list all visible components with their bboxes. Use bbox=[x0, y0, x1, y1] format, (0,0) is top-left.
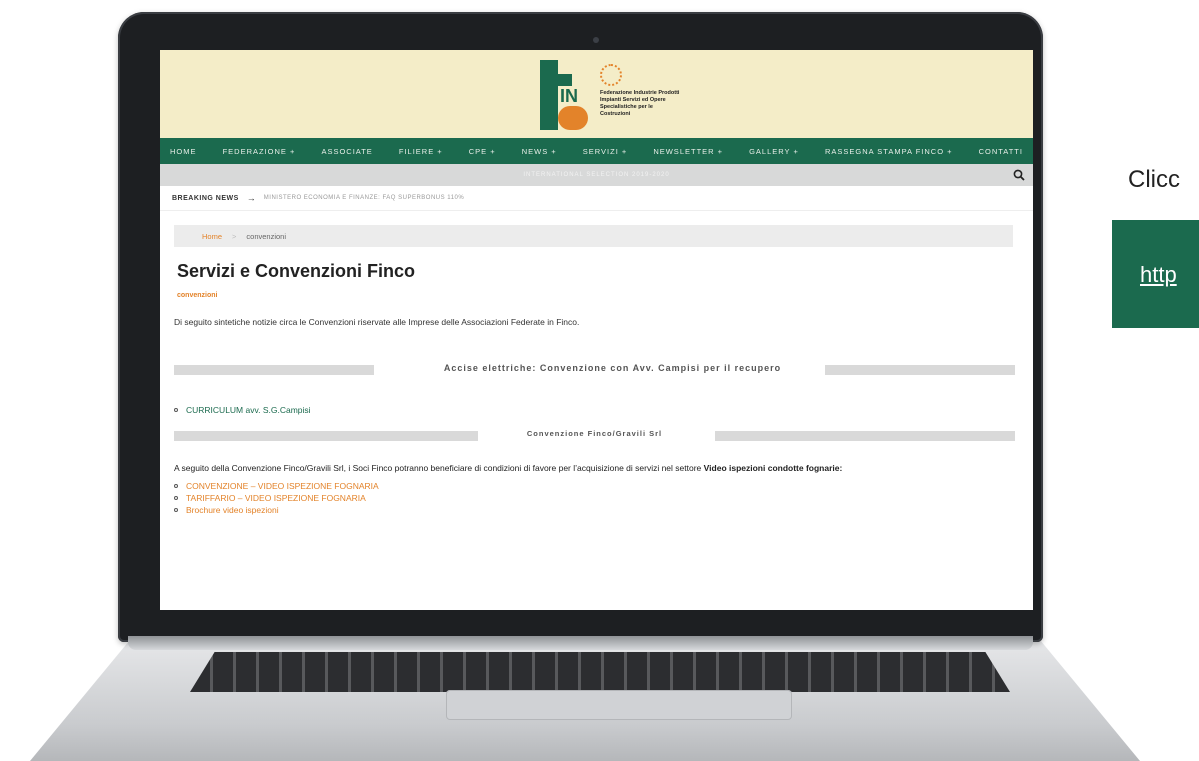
logo-f-stem bbox=[540, 60, 558, 130]
section-heading-gravili: Convenzione Finco/Gravili Srl bbox=[174, 429, 1015, 443]
convenzione-link[interactable]: CONVENZIONE – VIDEO ISPEZIONE FOGNARIA bbox=[186, 481, 379, 491]
list-item[interactable]: TARIFFARIO – VIDEO ISPEZIONE FOGNARIA bbox=[174, 492, 1033, 504]
main-nav: HOME FEDERAZIONE + ASSOCIATE FILIERE + C… bbox=[160, 138, 1033, 164]
nav-item-cpe[interactable]: CPE + bbox=[469, 147, 496, 156]
list-item[interactable]: Brochure video ispezioni bbox=[174, 504, 1033, 516]
side-link[interactable]: http bbox=[1140, 262, 1177, 288]
gravili-paragraph-bold: Video ispezioni condotte fognarie: bbox=[703, 463, 843, 473]
list-item[interactable]: CURRICULUM avv. S.G.Campisi bbox=[174, 405, 1033, 415]
logo-co-shape bbox=[558, 106, 588, 130]
nav-item-federazione[interactable]: FEDERAZIONE + bbox=[223, 147, 296, 156]
breadcrumb: Home > convenzioni bbox=[174, 225, 1013, 247]
bullet-icon bbox=[174, 508, 178, 512]
site-header: IN Federazione Industrie Prodotti Impian… bbox=[160, 50, 1033, 138]
nav-item-servizi[interactable]: SERVIZI + bbox=[583, 147, 628, 156]
breadcrumb-home[interactable]: Home bbox=[202, 232, 222, 241]
nav-item-associate[interactable]: ASSOCIATE bbox=[321, 147, 372, 156]
logo-f-bar bbox=[540, 74, 572, 86]
nav-item-home[interactable]: HOME bbox=[170, 147, 197, 156]
laptop-trackpad bbox=[446, 690, 792, 720]
breaking-news-headline[interactable]: MINISTERO ECONOMIA E FINANZE: FAQ SUPERB… bbox=[264, 195, 464, 201]
subnav-link[interactable]: INTERNATIONAL SELECTION 2019-2020 bbox=[523, 172, 669, 178]
section-title-gravili: Convenzione Finco/Gravili Srl bbox=[526, 429, 663, 438]
breaking-news-bar: BREAKING NEWS → MINISTERO ECONOMIA E FIN… bbox=[160, 186, 1033, 211]
laptop-hinge bbox=[128, 636, 1033, 650]
document-link-list: CONVENZIONE – VIDEO ISPEZIONE FOGNARIA T… bbox=[174, 480, 1033, 516]
nav-item-gallery[interactable]: GALLERY + bbox=[749, 147, 799, 156]
nav-item-contatti[interactable]: CONTATTI bbox=[979, 147, 1023, 156]
category-link[interactable]: convenzioni bbox=[177, 292, 1033, 299]
breadcrumb-current: convenzioni bbox=[246, 231, 287, 241]
bullet-icon bbox=[174, 496, 178, 500]
nav-item-filiere[interactable]: FILIERE + bbox=[399, 147, 443, 156]
logo-letters: IN bbox=[560, 86, 578, 106]
sub-nav-bar: INTERNATIONAL SELECTION 2019-2020 bbox=[160, 164, 1033, 186]
brochure-link[interactable]: Brochure video ispezioni bbox=[186, 505, 279, 515]
bullet-icon bbox=[174, 408, 178, 412]
search-icon[interactable] bbox=[1013, 169, 1025, 181]
side-link-box[interactable]: http bbox=[1112, 220, 1199, 328]
intro-paragraph: Di seguito sintetiche notizie circa le C… bbox=[174, 317, 580, 327]
logo-tagline: Federazione Industrie Prodotti Impianti … bbox=[600, 90, 680, 117]
gravili-paragraph-text: A seguito della Convenzione Finco/Gravil… bbox=[174, 463, 704, 473]
section-title-accise: Accise elettriche: Convenzione con Avv. … bbox=[443, 363, 782, 373]
gravili-paragraph: A seguito della Convenzione Finco/Gravil… bbox=[174, 463, 1013, 474]
laptop-camera bbox=[593, 37, 599, 43]
nav-item-rassegna[interactable]: RASSEGNA STAMPA FINCO + bbox=[825, 147, 953, 156]
laptop-screen: IN Federazione Industrie Prodotti Impian… bbox=[160, 50, 1033, 610]
side-heading: Clicc bbox=[1128, 166, 1180, 193]
list-item[interactable]: CONVENZIONE – VIDEO ISPEZIONE FOGNARIA bbox=[174, 480, 1033, 492]
sun-icon bbox=[600, 64, 622, 86]
bullet-icon bbox=[174, 484, 178, 488]
laptop-keyboard bbox=[190, 652, 1010, 692]
breadcrumb-separator: > bbox=[232, 231, 237, 241]
nav-item-news[interactable]: NEWS + bbox=[522, 147, 557, 156]
section-heading-accise: Accise elettriche: Convenzione con Avv. … bbox=[174, 363, 1015, 377]
logo-mark: IN bbox=[540, 60, 592, 130]
tariffario-link[interactable]: TARIFFARIO – VIDEO ISPEZIONE FOGNARIA bbox=[186, 493, 366, 503]
finco-logo[interactable]: IN Federazione Industrie Prodotti Impian… bbox=[540, 60, 680, 132]
page-title: Servizi e Convenzioni Finco bbox=[177, 261, 416, 281]
nav-item-newsletter[interactable]: NEWSLETTER + bbox=[653, 147, 723, 156]
curriculum-link[interactable]: CURRICULUM avv. S.G.Campisi bbox=[186, 405, 311, 415]
breaking-news-label: BREAKING NEWS bbox=[172, 194, 239, 202]
arrow-right-icon: → bbox=[246, 193, 256, 203]
